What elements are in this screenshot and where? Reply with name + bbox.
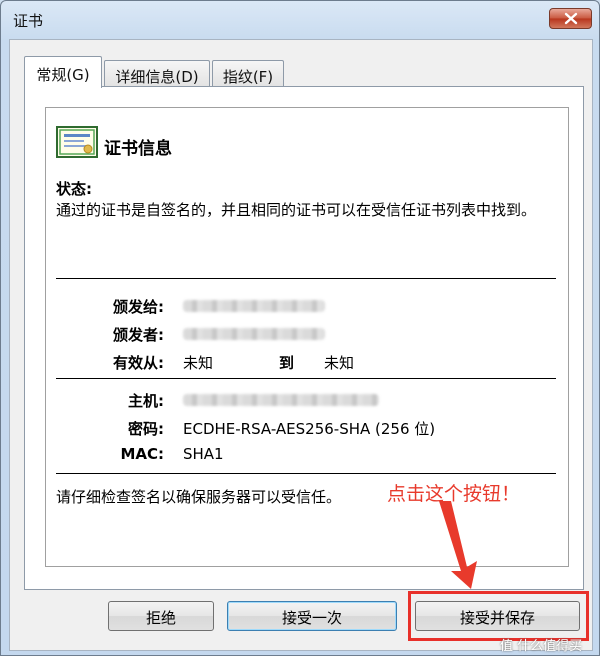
- divider: [56, 378, 556, 379]
- close-icon: [564, 12, 578, 25]
- issued-by-label: 颁发者:: [113, 326, 164, 344]
- mac-value: SHA1: [183, 445, 224, 463]
- status-text: 通过的证书是自签名的，并且相同的证书可以在受信任证书列表中找到。: [56, 201, 537, 219]
- valid-to-label: 到: [279, 354, 295, 372]
- watermark: 值 什么值得买: [500, 639, 583, 654]
- verify-tip-text: 请仔细检查签名以确保服务器可以受信任。: [56, 488, 342, 506]
- reject-button[interactable]: 拒绝: [108, 601, 214, 631]
- divider: [56, 473, 556, 474]
- issued-by-value-redacted: [183, 328, 325, 340]
- tab-thumbprint[interactable]: 指纹(F): [212, 60, 284, 86]
- certificate-icon: [56, 126, 98, 158]
- close-button[interactable]: [549, 8, 592, 29]
- valid-from-label: 有效从:: [113, 354, 164, 372]
- title-bar[interactable]: 证书: [1, 1, 599, 39]
- certificate-dialog: 证书 常规(G) 详细信息(D) 指纹(F) 证书信息 状态: 通过的证书是自签…: [0, 0, 600, 656]
- annotation-highlight-box: [408, 591, 589, 641]
- valid-to-value: 未知: [324, 354, 355, 372]
- cipher-value: ECDHE-RSA-AES256-SHA (256 位): [183, 420, 436, 438]
- valid-from-value: 未知: [183, 354, 214, 372]
- dialog-body: 常规(G) 详细信息(D) 指纹(F) 证书信息 状态: 通过的证书是自签名的，…: [9, 39, 593, 651]
- certificate-heading: 证书信息: [104, 139, 172, 159]
- status-label: 状态:: [56, 180, 92, 198]
- divider: [56, 278, 556, 279]
- cipher-label: 密码:: [128, 420, 164, 438]
- issued-to-label: 颁发给:: [113, 298, 164, 316]
- window-title: 证书: [13, 12, 44, 30]
- accept-once-button[interactable]: 接受一次: [227, 601, 397, 631]
- mac-label: MAC:: [120, 445, 164, 463]
- annotation-arrow: [439, 501, 477, 589]
- tab-general[interactable]: 常规(G): [24, 56, 102, 88]
- tab-details[interactable]: 详细信息(D): [104, 60, 210, 86]
- host-label: 主机:: [128, 392, 164, 410]
- tab-panel-general: 证书信息 状态: 通过的证书是自签名的，并且相同的证书可以在受信任证书列表中找到…: [24, 86, 584, 590]
- host-value-redacted: [183, 394, 379, 406]
- issued-to-value-redacted: [183, 300, 325, 312]
